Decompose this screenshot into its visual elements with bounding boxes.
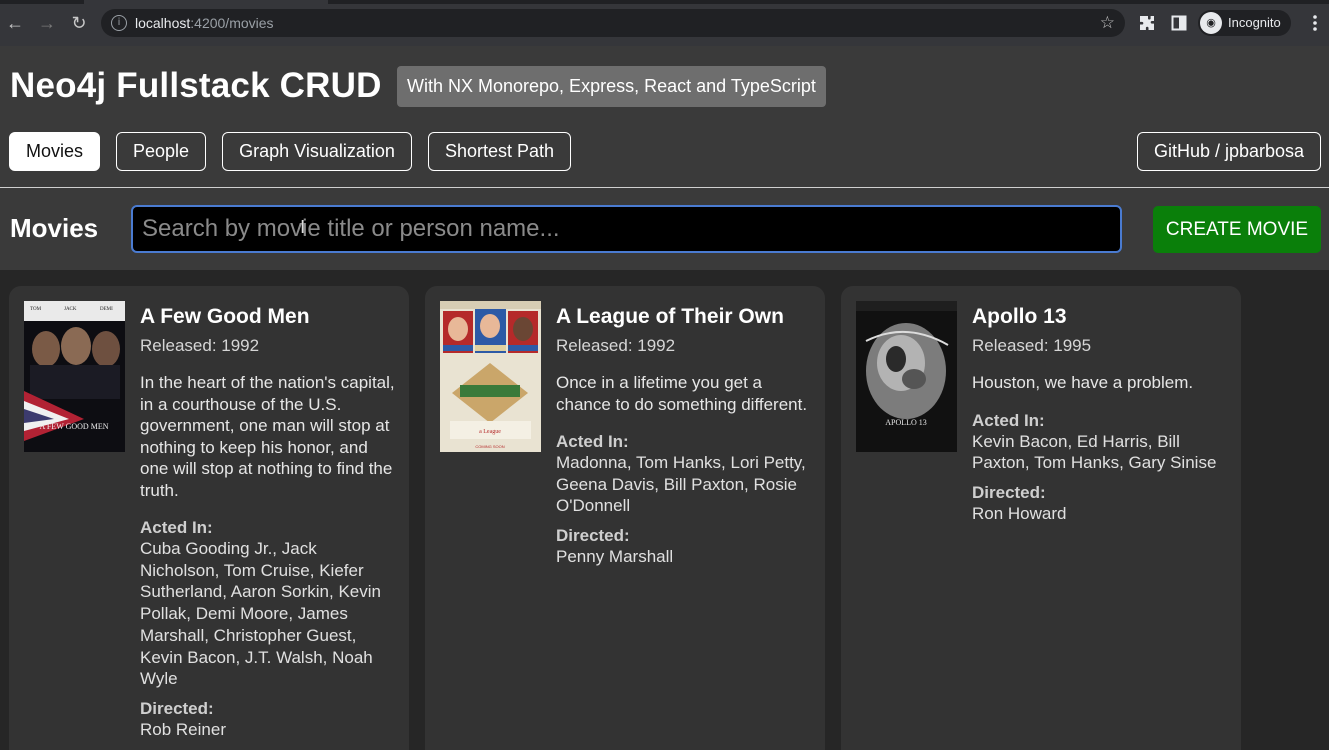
directors-list: Rob Reiner	[140, 719, 226, 739]
search-box[interactable]: Ⅰ	[131, 205, 1122, 253]
movie-tagline: Houston, we have a problem.	[972, 373, 1194, 392]
movie-card[interactable]: APOLLO 13 Apollo 13 Released: 1995 Houst…	[841, 286, 1241, 750]
incognito-label: Incognito	[1228, 15, 1281, 30]
svg-text:APOLLO 13: APOLLO 13	[885, 418, 927, 427]
movie-title: A League of Their Own	[556, 305, 784, 328]
svg-text:DEMI: DEMI	[100, 307, 113, 312]
url-text: localhost:4200/movies	[135, 15, 274, 31]
directors-list: Ron Howard	[972, 503, 1067, 523]
browser-toolbar: ← → ↻ i localhost:4200/movies ☆ ◉ Incogn…	[0, 0, 1329, 46]
movie-title: Apollo 13	[972, 305, 1067, 328]
movie-poster-image: a League COMING SOON	[440, 301, 541, 452]
svg-text:COMING SOON: COMING SOON	[475, 444, 504, 449]
svg-text:A FEW GOOD MEN: A FEW GOOD MEN	[40, 422, 109, 431]
movie-title: A Few Good Men	[140, 305, 310, 328]
svg-text:a League: a League	[479, 429, 501, 435]
actors-list: Cuba Gooding Jr., Jack Nicholson, Tom Cr…	[140, 539, 381, 689]
url-path: :4200/movies	[190, 15, 274, 31]
side-panel-icon[interactable]	[1171, 15, 1187, 31]
movie-card[interactable]: a League COMING SOON A League of Their O…	[425, 286, 825, 750]
back-icon[interactable]: ←	[4, 12, 26, 34]
section-title: Movies	[10, 213, 99, 243]
forward-icon[interactable]: →	[36, 12, 58, 34]
bookmark-star-icon[interactable]: ☆	[1100, 13, 1115, 33]
acted-in-label: Acted In:	[972, 410, 1045, 430]
text-cursor-icon: Ⅰ	[300, 217, 306, 238]
directed-label: Directed:	[140, 698, 214, 718]
actors-list: Madonna, Tom Hanks, Lori Petty, Geena Da…	[556, 453, 806, 516]
nav-graph-visualization-button[interactable]: Graph Visualization	[222, 132, 412, 171]
app-title: Neo4j Fullstack CRUD	[10, 66, 382, 105]
movie-released: Released: 1992	[140, 336, 260, 355]
app-subtitle-badge: With NX Monorepo, Express, React and Typ…	[397, 66, 826, 107]
acted-in-label: Acted In:	[556, 432, 629, 451]
nav-shortest-path-button[interactable]: Shortest Path	[428, 132, 571, 171]
directed-label: Directed:	[556, 526, 630, 546]
movie-card[interactable]: TOM JACK DEMI A FEW GOOD MEN A Few Good …	[9, 286, 409, 750]
directed-label: Directed:	[972, 482, 1046, 502]
svg-text:JACK: JACK	[64, 307, 77, 312]
create-movie-button[interactable]: CREATE MOVIE	[1153, 206, 1321, 253]
browser-menu-icon[interactable]	[1309, 14, 1321, 32]
tab-strip	[0, 0, 1329, 4]
incognito-icon: ◉	[1200, 12, 1222, 34]
nav-movies-button[interactable]: Movies	[9, 132, 100, 171]
address-bar[interactable]: i localhost:4200/movies ☆	[101, 9, 1125, 37]
github-link-button[interactable]: GitHub / jpbarbosa	[1137, 132, 1321, 171]
movie-released: Released: 1992	[556, 336, 676, 355]
movie-grid: TOM JACK DEMI A FEW GOOD MEN A Few Good …	[0, 270, 1329, 750]
acted-in-label: Acted In:	[140, 518, 213, 537]
movie-tagline: Once in a lifetime you get a chance to d…	[556, 373, 808, 414]
svg-text:TOM: TOM	[30, 307, 42, 312]
actors-list: Kevin Bacon, Ed Harris, Bill Paxton, Tom…	[972, 431, 1217, 473]
directors-list: Penny Marshall	[556, 547, 674, 567]
url-host: localhost	[135, 15, 191, 31]
browser-tab[interactable]	[84, 0, 328, 4]
reload-icon[interactable]: ↻	[68, 12, 90, 34]
header-divider	[0, 187, 1329, 188]
movie-poster-image: TOM JACK DEMI A FEW GOOD MEN	[24, 301, 125, 452]
nav-people-button[interactable]: People	[116, 132, 206, 171]
movie-poster-image: APOLLO 13	[856, 301, 957, 452]
movie-released: Released: 1995	[972, 336, 1092, 355]
incognito-indicator[interactable]: ◉ Incognito	[1198, 10, 1291, 36]
movie-tagline: In the heart of the nation's capital, in…	[140, 373, 395, 500]
extensions-icon[interactable]	[1139, 15, 1155, 31]
site-info-icon[interactable]: i	[111, 15, 127, 31]
search-input[interactable]	[133, 207, 1120, 251]
